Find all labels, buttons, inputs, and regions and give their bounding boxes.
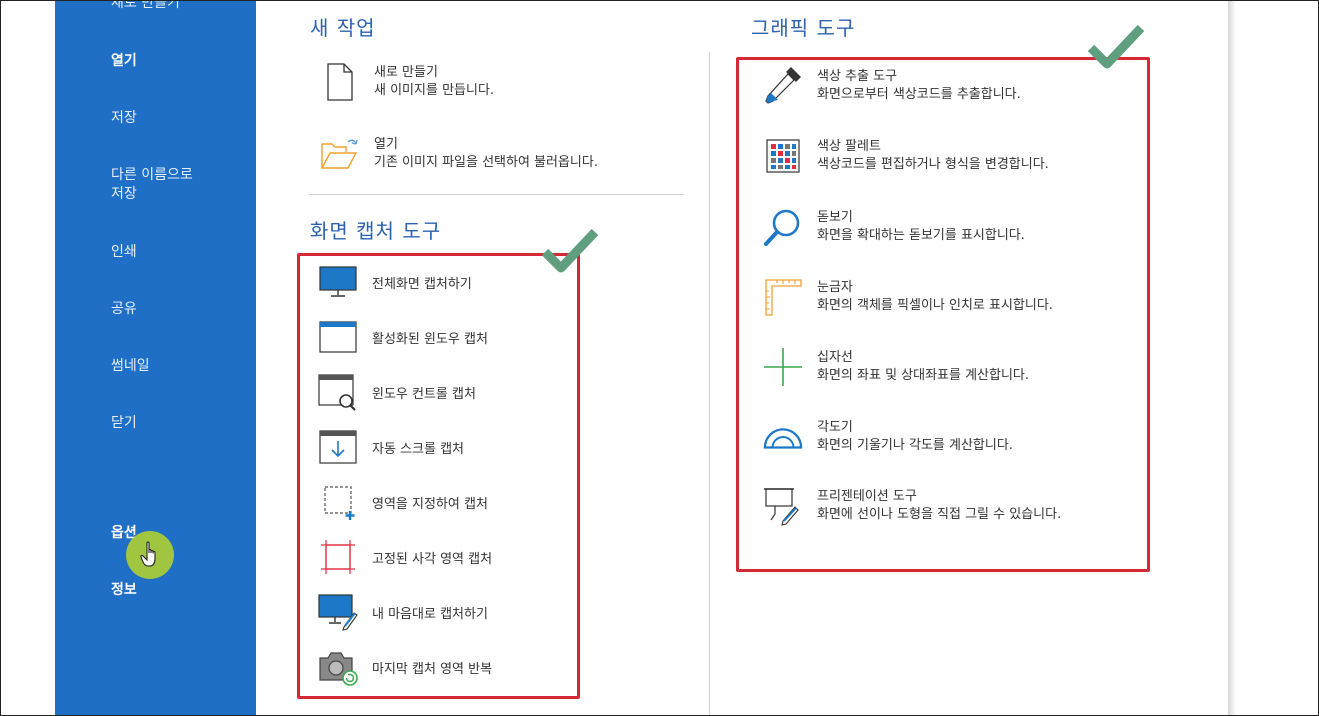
check-mark-icon (541, 228, 599, 273)
graphic-tools-highlight-box (736, 57, 1150, 572)
open-file-item[interactable]: 열기 기존 이미지 파일을 선택하여 불러옵니다. (320, 134, 598, 174)
sidebar-item-share[interactable]: 공유 (111, 300, 137, 319)
new-file-item[interactable]: 새로 만들기 새 이미지를 만듭니다. (320, 62, 494, 102)
new-file-title: 새로 만들기 (374, 65, 438, 80)
frame-right-margin (1228, 0, 1319, 716)
sidebar-item-open[interactable]: 열기 (111, 52, 137, 71)
new-file-desc: 새 이미지를 만듭니다. (374, 83, 495, 98)
capture-tools-title: 화면 캡처 도구 (310, 219, 442, 243)
frame-shadow (1228, 0, 1236, 716)
open-folder-icon (320, 134, 360, 174)
sidebar-item-print[interactable]: 인쇄 (111, 243, 137, 262)
hand-cursor-icon (140, 541, 156, 567)
open-file-title: 열기 (374, 137, 398, 152)
check-mark-icon (1087, 24, 1145, 69)
open-file-desc: 기존 이미지 파일을 선택하여 불러옵니다. (374, 155, 598, 170)
sidebar-item-info[interactable]: 정보 (111, 581, 137, 600)
frame-left-margin (0, 0, 55, 716)
sidebar-item-save[interactable]: 저장 (111, 109, 137, 128)
sidebar-item-thumbnail[interactable]: 썸네일 (111, 357, 150, 376)
sidebar-item-close[interactable]: 닫기 (111, 414, 137, 433)
graphic-tools-title: 그래픽 도구 (751, 16, 856, 40)
capture-tools-highlight-box (297, 253, 580, 699)
new-task-title: 새 작업 (310, 16, 376, 40)
column-divider (709, 52, 710, 716)
new-file-icon (320, 62, 360, 102)
sidebar-item-save-as[interactable]: 다른 이름으로 저장 (111, 166, 193, 204)
sidebar-item-new[interactable]: 새로 만들기 (111, 0, 180, 13)
sidebar: 새로 만들기 열기 저장 다른 이름으로 저장 인쇄 공유 썸네일 닫기 옵션 … (55, 0, 256, 716)
section-divider (309, 194, 684, 195)
